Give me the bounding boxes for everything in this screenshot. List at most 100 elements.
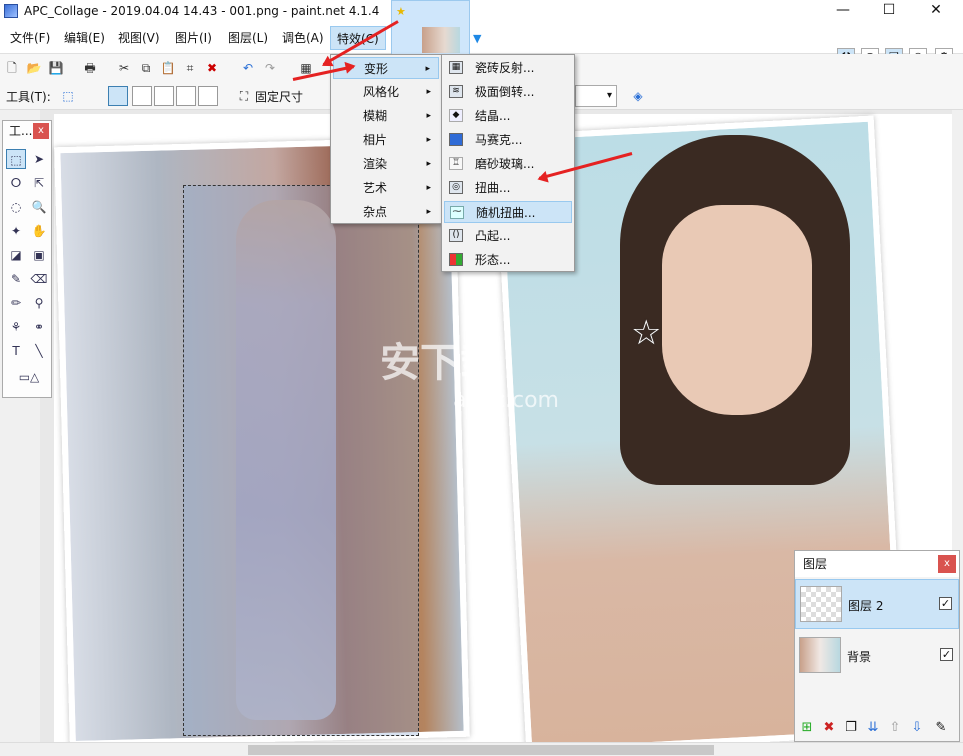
- open-icon[interactable]: 📂: [26, 60, 42, 76]
- menu-item-label: 结晶...: [475, 109, 511, 123]
- twist-icon: ◎: [449, 181, 463, 194]
- layer-properties-icon[interactable]: ✎: [933, 720, 949, 736]
- paintbrush-tool-icon[interactable]: ✎: [6, 269, 26, 289]
- distort-bulge[interactable]: () 凸起...: [444, 225, 572, 247]
- layer-visibility-checkbox[interactable]: ✓: [940, 648, 953, 661]
- distort-twist[interactable]: ◎ 扭曲...: [444, 177, 572, 199]
- undo-icon[interactable]: ↶: [240, 60, 256, 76]
- size-dropdown[interactable]: ▾: [575, 85, 617, 107]
- save-icon[interactable]: 💾: [48, 60, 64, 76]
- layer-visibility-checkbox[interactable]: ✓: [939, 597, 952, 610]
- add-layer-icon[interactable]: ⊞: [799, 720, 815, 736]
- distort-crystallize[interactable]: ◆ 结晶...: [444, 105, 572, 127]
- menu-item-label: 极面倒转...: [475, 85, 535, 99]
- rectangle-select-tool-icon[interactable]: ⬚: [6, 149, 26, 169]
- fixed-size-icon: ⛶: [239, 89, 249, 103]
- copy-icon[interactable]: ⧉: [138, 60, 154, 76]
- magic-wand-tool-icon[interactable]: ✦: [6, 221, 26, 241]
- menu-adjustments[interactable]: 调色(A): [276, 26, 330, 50]
- image-tab[interactable]: ★: [391, 0, 470, 56]
- selection-mode-intersect[interactable]: [176, 86, 196, 106]
- selection-mode-replace[interactable]: [108, 86, 128, 106]
- gradient-tool-icon[interactable]: ▣: [29, 245, 49, 265]
- maximize-button[interactable]: ☐: [866, 0, 912, 22]
- selection-mode-union[interactable]: [132, 86, 152, 106]
- effects-menu-blur[interactable]: 模糊 ▸: [333, 105, 439, 127]
- clone-stamp-tool-icon[interactable]: ⚘: [6, 317, 26, 337]
- random-distort-icon: ⁓: [450, 206, 464, 219]
- layer-row[interactable]: 背景 ✓: [795, 631, 959, 681]
- delete-layer-icon[interactable]: ✖: [821, 720, 837, 736]
- close-button[interactable]: ✕: [913, 0, 959, 22]
- print-icon[interactable]: 🖶: [82, 60, 98, 76]
- color-picker-tool-icon[interactable]: ⚲: [29, 293, 49, 313]
- menu-item-label: 相片: [363, 133, 388, 147]
- menu-item-label: 扭曲...: [475, 181, 511, 195]
- selection-mode-exclude[interactable]: [154, 86, 174, 106]
- title-bar: APC_Collage - 2019.04.04 14.43 - 001.png…: [0, 0, 963, 22]
- layers-panel-close-button[interactable]: x: [938, 555, 956, 573]
- cut-icon[interactable]: ✂: [116, 60, 132, 76]
- effects-menu-noise[interactable]: 杂点 ▸: [333, 201, 439, 223]
- menu-edit[interactable]: 编辑(E): [58, 26, 111, 50]
- distort-tile-reflection[interactable]: ▦ 瓷砖反射...: [444, 57, 572, 79]
- tools-panel-close-button[interactable]: x: [33, 123, 49, 139]
- menu-layers[interactable]: 图层(L): [222, 26, 274, 50]
- zoom-tool-icon[interactable]: 🔍: [29, 197, 49, 217]
- pencil-tool-icon[interactable]: ✏: [6, 293, 26, 313]
- layer-thumbnail: [800, 586, 842, 622]
- menu-view[interactable]: 视图(V): [112, 26, 166, 50]
- distort-polar-inversion[interactable]: ≋ 极面倒转...: [444, 81, 572, 103]
- lasso-tool-icon[interactable]: ⵔ: [6, 173, 26, 193]
- move-selection-tool-icon[interactable]: ⇱: [29, 173, 49, 193]
- minimize-button[interactable]: —: [820, 0, 866, 22]
- merge-layer-down-icon[interactable]: ⇊: [865, 720, 881, 736]
- horizontal-scrollbar[interactable]: [0, 742, 963, 756]
- paint-bucket-tool-icon[interactable]: ◪: [6, 245, 26, 265]
- deselect-icon[interactable]: ✖: [204, 60, 220, 76]
- line-curve-tool-icon[interactable]: ╲: [29, 341, 49, 361]
- effects-menu: 变形 ▸ 风格化 ▸ 模糊 ▸ 相片 ▸ 渲染 ▸ 艺术 ▸ 杂点 ▸: [330, 54, 442, 224]
- antialias-icon[interactable]: ◈: [630, 88, 646, 104]
- crop-icon[interactable]: ⌗: [182, 60, 198, 76]
- distort-submenu: ▦ 瓷砖反射... ≋ 极面倒转... ◆ 结晶... 马赛克... ♖ 磨砂玻璃...…: [441, 54, 575, 272]
- new-icon[interactable]: 🗋: [4, 60, 20, 76]
- paste-icon[interactable]: 📋: [160, 60, 176, 76]
- submenu-arrow-icon: ▸: [426, 207, 431, 217]
- menu-item-label: 瓷砖反射...: [475, 61, 535, 75]
- ellipse-select-tool-icon[interactable]: ◌: [6, 197, 26, 217]
- duplicate-layer-icon[interactable]: ❐: [843, 720, 859, 736]
- rect-select-icon[interactable]: ⬚: [60, 88, 76, 104]
- recolor-tool-icon[interactable]: ⚭: [29, 317, 49, 337]
- menu-item-label: 模糊: [363, 109, 388, 123]
- fixed-size-select[interactable]: 固定尺寸: [255, 88, 303, 105]
- layer-row[interactable]: 图层 2 ✓: [795, 579, 959, 629]
- tab-list-icon[interactable]: ▼: [473, 32, 481, 45]
- scrollbar-thumb[interactable]: [248, 745, 714, 755]
- rectangle-selection[interactable]: [183, 185, 419, 736]
- text-tool-icon[interactable]: T: [6, 341, 26, 361]
- effects-menu-render[interactable]: 渲染 ▸: [333, 153, 439, 175]
- distort-pixelate[interactable]: 马赛克...: [444, 129, 572, 151]
- submenu-arrow-icon: ▸: [426, 135, 431, 145]
- menu-file[interactable]: 文件(F): [4, 26, 56, 50]
- selection-mode-invert[interactable]: [198, 86, 218, 106]
- menu-item-label: 渲染: [363, 157, 388, 171]
- effects-menu-photo[interactable]: 相片 ▸: [333, 129, 439, 151]
- effects-menu-stylize[interactable]: 风格化 ▸: [333, 81, 439, 103]
- pan-tool-icon[interactable]: ✋: [29, 221, 49, 241]
- distort-frosted-glass[interactable]: ♖ 磨砂玻璃...: [444, 153, 572, 175]
- effects-menu-artistic[interactable]: 艺术 ▸: [333, 177, 439, 199]
- menu-item-label: 磨砂玻璃...: [475, 157, 535, 171]
- eraser-tool-icon[interactable]: ⌫: [29, 269, 49, 289]
- move-layer-down-icon[interactable]: ⇩: [909, 720, 925, 736]
- move-layer-up-icon[interactable]: ⇧: [887, 720, 903, 736]
- person-face-right: [662, 205, 812, 415]
- redo-icon[interactable]: ↷: [262, 60, 278, 76]
- menu-image[interactable]: 图片(I): [169, 26, 218, 50]
- submenu-arrow-icon: ▸: [426, 111, 431, 121]
- shapes-tool-icon[interactable]: ▭△: [11, 367, 47, 387]
- distort-morphology[interactable]: 形态...: [444, 249, 572, 271]
- distort-frosted-random[interactable]: ⁓ 随机扭曲...: [444, 201, 572, 223]
- move-selected-tool-icon[interactable]: ➤: [29, 149, 49, 169]
